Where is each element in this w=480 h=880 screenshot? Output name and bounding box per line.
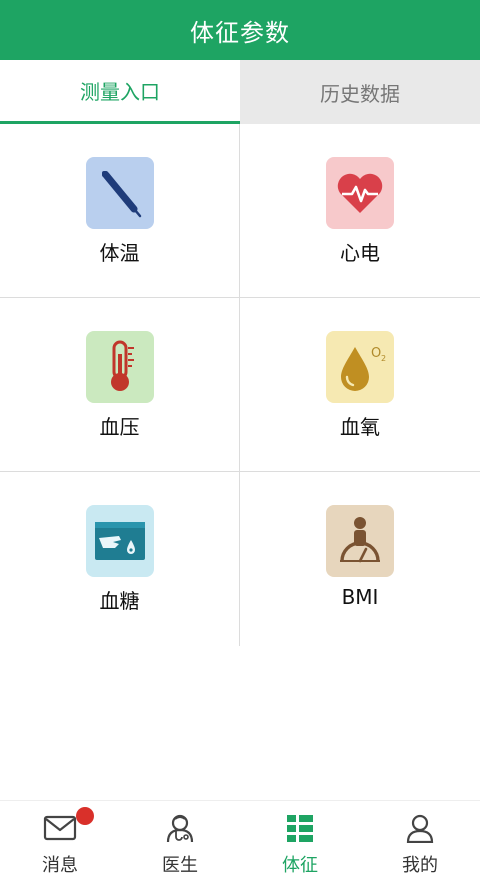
thermometer-probe-icon	[85, 157, 154, 229]
mail-icon	[43, 813, 77, 847]
tabbar-item-vitals[interactable]: 体征	[240, 801, 360, 880]
vitals-icon	[285, 813, 315, 847]
grid-item-label: BMI	[341, 585, 379, 609]
tab-history-data[interactable]: 历史数据	[240, 60, 480, 124]
grid-item-blood-glucose[interactable]: 血糖	[0, 472, 240, 646]
notification-badge	[76, 807, 94, 825]
thermometer-icon	[85, 331, 154, 403]
tabbar-item-doctor[interactable]: 医生	[120, 801, 240, 880]
grid-item-blood-pressure[interactable]: 血压	[0, 298, 240, 472]
grid-item-bmi[interactable]: BMI	[240, 472, 480, 646]
page-title: 体征参数	[190, 18, 290, 47]
segment-tabs: 测量入口 历史数据	[0, 60, 480, 124]
grid-item-blood-oxygen[interactable]: O 2 血氧	[240, 298, 480, 472]
grid-item-label: 血压	[99, 415, 140, 439]
page-title-bar: 体征参数	[0, 0, 480, 60]
grid-item-label: 体温	[99, 241, 140, 265]
heart-ecg-icon	[326, 157, 394, 229]
glucose-meter-icon	[85, 505, 154, 577]
measure-grid: 体温 心电 血压 O 2 血氧 血糖 BMI	[0, 124, 480, 646]
grid-item-label: 血糖	[99, 589, 140, 613]
tabbar-label: 我的	[402, 855, 438, 876]
svg-text:2: 2	[381, 354, 386, 363]
grid-item-temperature[interactable]: 体温	[0, 124, 240, 298]
doctor-icon	[163, 813, 197, 847]
bottom-tab-bar: 消息 医生 体征 我的	[0, 800, 480, 880]
tabbar-item-messages[interactable]: 消息	[0, 801, 120, 880]
tabbar-label: 医生	[162, 855, 198, 876]
tabbar-label: 消息	[42, 855, 78, 876]
person-scale-icon	[326, 505, 394, 577]
drop-o2-icon: O 2	[326, 331, 394, 403]
tab-label: 测量入口	[80, 80, 160, 104]
tabbar-item-me[interactable]: 我的	[360, 801, 480, 880]
tabbar-label: 体征	[282, 855, 318, 876]
svg-text:O: O	[371, 346, 381, 361]
grid-item-label: 心电	[340, 241, 380, 265]
tab-label: 历史数据	[320, 81, 400, 106]
tab-measure-entry[interactable]: 测量入口	[0, 60, 240, 124]
user-icon	[405, 813, 435, 847]
grid-item-label: 血氧	[340, 415, 380, 439]
grid-item-ecg[interactable]: 心电	[240, 124, 480, 298]
